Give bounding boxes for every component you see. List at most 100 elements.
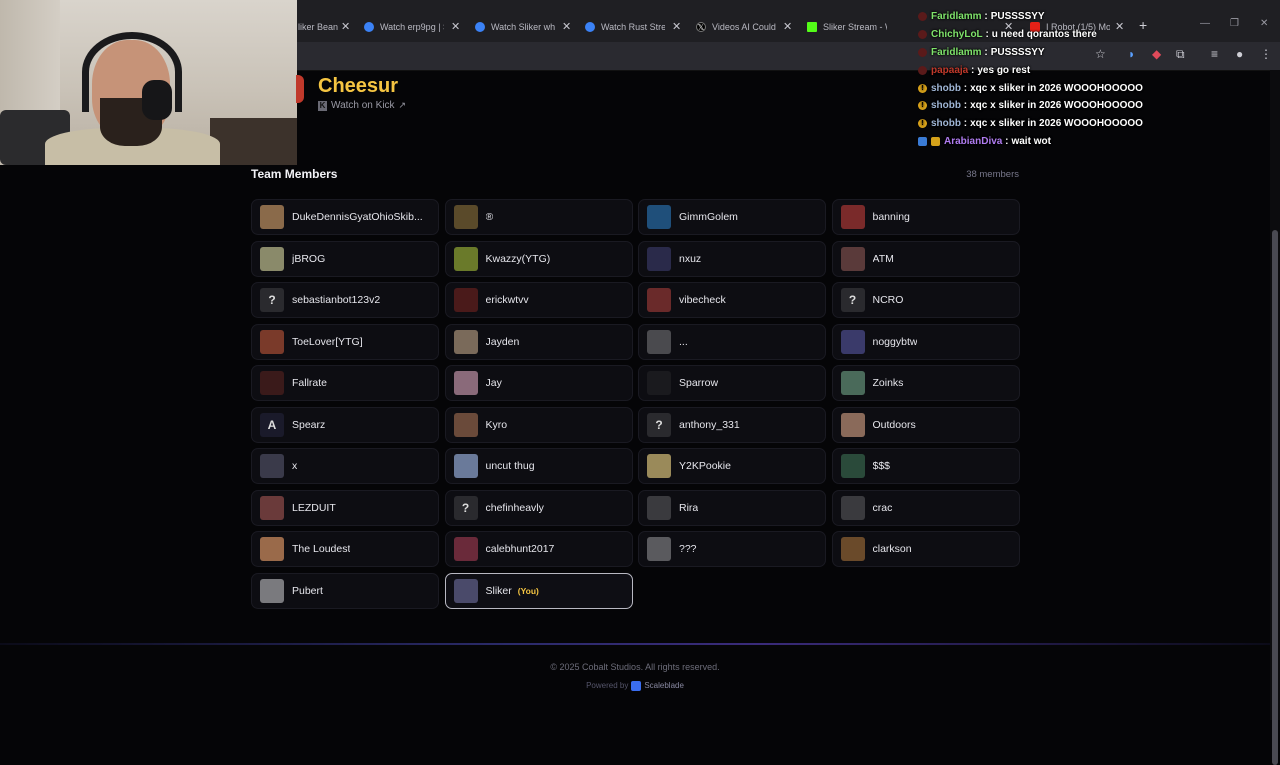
avatar (453, 205, 478, 229)
member-card[interactable]: uncut thug (444, 448, 633, 484)
member-card[interactable]: ??? (638, 531, 826, 567)
member-name: NCRO (872, 294, 904, 306)
avatar (840, 495, 865, 520)
member-name: jBROG (292, 252, 326, 265)
member-name: vibecheck (679, 294, 726, 306)
member-name: Outdoors (872, 418, 916, 431)
member-card[interactable]: $$$ (831, 448, 1020, 484)
kick-icon (807, 22, 817, 32)
member-name: $$$ (872, 460, 891, 472)
close-tab-icon[interactable]: ✕ (783, 20, 792, 33)
member-card[interactable]: jBROG (251, 240, 439, 277)
member-card[interactable]: ? NCRO (831, 282, 1020, 318)
tab-icon (585, 22, 595, 32)
member-card[interactable]: clarkson (831, 531, 1020, 567)
browser-tab[interactable]: 𝕏Videos AI Could N (696, 16, 776, 38)
you-badge: (You) (517, 585, 539, 596)
avatar (453, 288, 478, 312)
member-card[interactable]: erickwtvv (444, 282, 633, 318)
avatar (647, 205, 671, 229)
member-card[interactable]: vibecheck (638, 282, 826, 318)
close-tab-icon[interactable]: ✕ (341, 20, 350, 33)
avatar (647, 246, 671, 271)
member-card[interactable]: x (251, 448, 439, 484)
avatar (647, 288, 671, 312)
member-name: ATM (872, 252, 894, 265)
browser-tab[interactable]: Sliker Stream - W (807, 16, 887, 38)
badge-icon (918, 30, 927, 40)
member-card[interactable]: Sparrow (638, 365, 826, 401)
member-card[interactable]: ATM (831, 240, 1020, 277)
team-logo (296, 75, 304, 103)
member-card[interactable]: Y2KPookie (638, 448, 826, 484)
member-card[interactable]: ... (638, 323, 826, 360)
browser-tab[interactable]: Watch Rust Strea (585, 16, 665, 38)
member-card[interactable]: ? chefinheavly (444, 489, 633, 526)
kick-icon: K (318, 100, 327, 111)
member-card[interactable]: crac (831, 489, 1020, 526)
maximize-icon[interactable]: ❐ (1230, 18, 1239, 29)
member-card[interactable]: LEZDUIT (251, 489, 439, 526)
scrollbar-thumb[interactable] (1272, 230, 1278, 765)
chat-message: ! shobb : xqc x sliker in 2026 WOOOHOOOOO (918, 115, 1218, 133)
member-name: nxuz (679, 252, 702, 265)
member-name: banning (872, 211, 910, 223)
avatar (260, 205, 284, 229)
browser-tab[interactable]: Watch Sliker whe (475, 16, 555, 38)
member-count: 38 members (966, 169, 1019, 180)
avatar (647, 495, 671, 520)
page-scrollbar[interactable] (1270, 70, 1280, 765)
close-tab-icon[interactable]: ✕ (451, 20, 460, 33)
footer-divider (0, 643, 1270, 645)
badge-icon: ! (918, 101, 927, 111)
member-card[interactable]: ToeLover[YTG] (251, 323, 439, 360)
browser-menu-icon[interactable]: ⋮ (1260, 47, 1272, 61)
member-card[interactable]: Kyro (444, 406, 633, 443)
member-card[interactable]: Rira (638, 489, 826, 526)
avatar: A (260, 412, 284, 437)
chat-message: ChichyLoL :u need qorantos there (918, 26, 1218, 44)
member-card[interactable]: Sliker (You) (444, 572, 633, 609)
close-window-icon[interactable]: ✕ (1260, 18, 1268, 29)
profile-avatar-icon[interactable]: ● (1236, 47, 1243, 61)
member-card[interactable]: ? sebastianbot123v2 (251, 282, 439, 318)
close-tab-icon[interactable]: ✕ (672, 20, 681, 33)
member-card[interactable]: GimmGolem (638, 199, 826, 235)
member-name: chefinheavly (485, 501, 544, 514)
member-card[interactable]: calebhunt2017 (444, 531, 633, 567)
member-card[interactable]: Jay (444, 365, 633, 401)
avatar (840, 205, 865, 229)
member-card[interactable]: Pubert (251, 572, 439, 609)
member-card[interactable]: nxuz (638, 240, 826, 277)
avatar (840, 329, 865, 354)
copyright-text: © 2025 Cobalt Studios. All rights reserv… (550, 662, 720, 672)
member-card[interactable]: Jayden (444, 323, 633, 360)
member-card[interactable]: Zoinks (831, 365, 1020, 401)
member-card[interactable]: banning (831, 199, 1020, 235)
member-card[interactable]: A Spearz (251, 406, 439, 443)
member-name: Spearz (292, 418, 326, 431)
member-card[interactable]: Kwazzy(YTG) (444, 240, 633, 277)
browser-tab[interactable]: liker Bean (298, 16, 340, 38)
member-card[interactable]: noggybtw (831, 323, 1020, 360)
member-card[interactable]: Fallrate (251, 365, 439, 401)
watch-on-kick-link[interactable]: K Watch on Kick ↗ (318, 100, 406, 111)
close-tab-icon[interactable]: ✕ (562, 20, 571, 33)
member-card[interactable]: Outdoors (831, 406, 1020, 443)
member-card[interactable]: ® (444, 199, 633, 235)
member-name: Kyro (485, 418, 508, 431)
member-card[interactable]: ? anthony_331 (638, 406, 826, 443)
avatar (453, 578, 478, 603)
chat-message: Faridlamm : PUSSSSYY (918, 44, 1218, 62)
member-name: ... (679, 335, 688, 348)
browser-tab[interactable]: Watch erp9pg | St (364, 16, 444, 38)
member-name: Jay (485, 377, 502, 389)
member-card[interactable]: DukeDennisGyatOhioSkib... (251, 199, 439, 235)
member-card[interactable]: The Loudest (251, 531, 439, 567)
member-name: Pubert (292, 584, 323, 597)
avatar: ? (260, 288, 284, 312)
avatar: ? (840, 288, 865, 312)
chat-message: ! shobb : xqc x sliker in 2026 WOOOHOOOOO (918, 79, 1218, 97)
powered-by[interactable]: Powered by Scaleblade (0, 681, 1270, 691)
avatar (840, 537, 865, 561)
